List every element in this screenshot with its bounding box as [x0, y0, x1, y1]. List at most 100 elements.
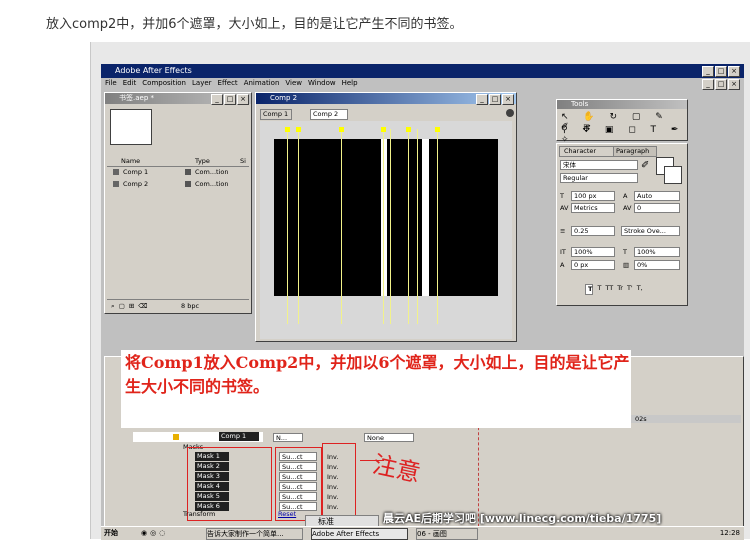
comp-maximize-button[interactable]: □	[489, 94, 501, 105]
project-row[interactable]: Comp 1 Com...tion	[107, 167, 249, 178]
mask-line[interactable]	[341, 129, 342, 324]
mask-line[interactable]	[417, 129, 418, 324]
mask-line[interactable]	[390, 129, 391, 324]
font-size-input[interactable]: 100 px	[571, 191, 615, 201]
menu-layer[interactable]: Layer	[192, 79, 212, 87]
bookmark-strip	[381, 139, 387, 296]
menu-view[interactable]: View	[285, 79, 302, 87]
baseline-icon: A	[560, 261, 565, 269]
style-buttons: T T TT Tr T' T,	[585, 284, 643, 295]
comp-minimize-button[interactable]: _	[476, 94, 488, 105]
mask-line[interactable]	[383, 129, 384, 324]
baseline-input[interactable]: 0 px	[571, 260, 615, 270]
tool-icons-row2[interactable]: ⚲ ✥ ▣ ◻ T ✒ ✧	[561, 125, 687, 145]
label-color-icon	[185, 169, 191, 175]
time-ruler: 02s	[631, 415, 741, 423]
layer-row[interactable]: Comp 1	[133, 432, 263, 442]
doc-close-button[interactable]: ×	[728, 79, 740, 90]
comp-icon	[113, 169, 119, 175]
taskbar-item[interactable]: 06 - 画图	[416, 528, 478, 540]
tab-paragraph[interactable]: Paragraph	[613, 146, 657, 157]
annotation-text: 将Comp1放入Comp2中，并加以6个遮罩，大小如上，目的是让它产生大小不同的…	[125, 353, 630, 396]
project-row[interactable]: Comp 2 Com...tion	[107, 179, 249, 190]
layer-mode-select[interactable]: N...	[273, 433, 303, 442]
project-close-button[interactable]: ×	[237, 94, 249, 105]
doc-minimize-button[interactable]: _	[702, 79, 714, 90]
tab-comp1[interactable]: Comp 1	[260, 109, 292, 120]
comp-close-button[interactable]: ×	[502, 94, 514, 105]
mask-line[interactable]	[408, 129, 409, 324]
quicklaunch-icons[interactable]: ◉◎◌	[141, 527, 168, 540]
style-subscript-button[interactable]: T,	[637, 284, 643, 295]
project-item-type: Com...tion	[195, 168, 229, 176]
character-panel: Character Paragraph 宋体 Regular ✐ T 100 p…	[556, 143, 688, 306]
bpc-label[interactable]: 8 bpc	[181, 302, 199, 310]
stroke-width-input[interactable]: 0.25	[571, 226, 615, 236]
mask-vertex[interactable]	[339, 127, 344, 132]
font-style-select[interactable]: Regular	[560, 173, 638, 183]
menu-help[interactable]: Help	[342, 79, 358, 87]
menu-bar: File Edit Composition Layer Effect Animation V…	[101, 78, 744, 89]
label-color-icon	[185, 181, 191, 187]
mask-vertex[interactable]	[381, 127, 386, 132]
close-button[interactable]: ×	[728, 66, 740, 77]
minimize-button[interactable]: _	[702, 66, 714, 77]
doc-restore-button[interactable]: □	[715, 79, 727, 90]
menu-file[interactable]: File	[105, 79, 117, 87]
taskbar-item[interactable]: 告诉大家制作一个简单...	[206, 528, 303, 540]
menu-effect[interactable]: Effect	[218, 79, 238, 87]
menu-animation[interactable]: Animation	[244, 79, 280, 87]
transform-group-label[interactable]: Transform	[183, 510, 215, 518]
kerning-input[interactable]: Metrics	[571, 203, 615, 213]
mask-line[interactable]	[298, 129, 299, 324]
stroke-mode-select[interactable]: Stroke Ove...	[621, 226, 680, 236]
style-italic-button[interactable]: T	[597, 284, 601, 295]
project-item-type: Com...tion	[195, 180, 229, 188]
style-bold-button[interactable]: T	[585, 284, 594, 295]
hscale-icon: T	[623, 248, 627, 256]
menu-window[interactable]: Window	[308, 79, 336, 87]
font-family-select[interactable]: 宋体	[560, 160, 638, 170]
hscale-input[interactable]: 100%	[634, 247, 680, 257]
leading-icon: A	[623, 192, 628, 200]
menu-composition[interactable]: Composition	[142, 79, 186, 87]
tab-comp2[interactable]: Comp 2	[310, 109, 348, 120]
ae-window: Adobe After Effects _ □ × File Edit Compos…	[101, 64, 744, 539]
menu-edit[interactable]: Edit	[123, 79, 137, 87]
project-maximize-button[interactable]: □	[224, 94, 236, 105]
mask-vertex[interactable]	[435, 127, 440, 132]
vscale-input[interactable]: 100%	[571, 247, 615, 257]
mask-vertex[interactable]	[285, 127, 290, 132]
col-type[interactable]: Type	[195, 157, 210, 165]
style-smallcaps-button[interactable]: Tr	[617, 284, 623, 295]
tracking-input[interactable]: 0	[634, 203, 680, 213]
mask-vertex[interactable]	[296, 127, 301, 132]
comp-menu-icon[interactable]	[506, 109, 514, 117]
tsume-icon: ▥	[623, 261, 630, 269]
taskbar-item-active[interactable]: Adobe After Effects	[311, 528, 408, 540]
project-columns: Name Type Si	[107, 156, 249, 167]
project-minimize-button[interactable]: _	[211, 94, 223, 105]
col-size[interactable]: Si	[240, 157, 246, 165]
time-marker-label: 02s	[635, 415, 647, 423]
project-item-name: Comp 1	[123, 168, 149, 176]
eyedropper-icon[interactable]: ✐	[641, 160, 655, 182]
layer-name: Comp 1	[219, 432, 259, 441]
leading-input[interactable]: Auto	[634, 191, 680, 201]
reset-link[interactable]: Reset	[278, 510, 296, 518]
start-button[interactable]: 开始	[104, 527, 118, 540]
mask-vertex[interactable]	[406, 127, 411, 132]
style-allcaps-button[interactable]: TT	[605, 284, 613, 295]
parent-select[interactable]: None	[364, 433, 414, 442]
maximize-button[interactable]: □	[715, 66, 727, 77]
col-name[interactable]: Name	[121, 157, 140, 165]
stroke-color-swatch[interactable]	[664, 166, 682, 184]
tab-character[interactable]: Character	[559, 146, 615, 157]
caption-text: 放入comp2中，并加6个遮罩，大小如上，目的是让它产生不同的书签。	[46, 17, 463, 32]
mask-line[interactable]	[437, 129, 438, 324]
tsume-input[interactable]: 0%	[634, 260, 680, 270]
style-superscript-button[interactable]: T'	[627, 284, 633, 295]
stroke-width-icon: ≡	[560, 227, 566, 235]
mask-line[interactable]	[287, 129, 288, 324]
project-footer-icons[interactable]: ⌕ ▢ ⊞ ⌫	[111, 302, 149, 311]
